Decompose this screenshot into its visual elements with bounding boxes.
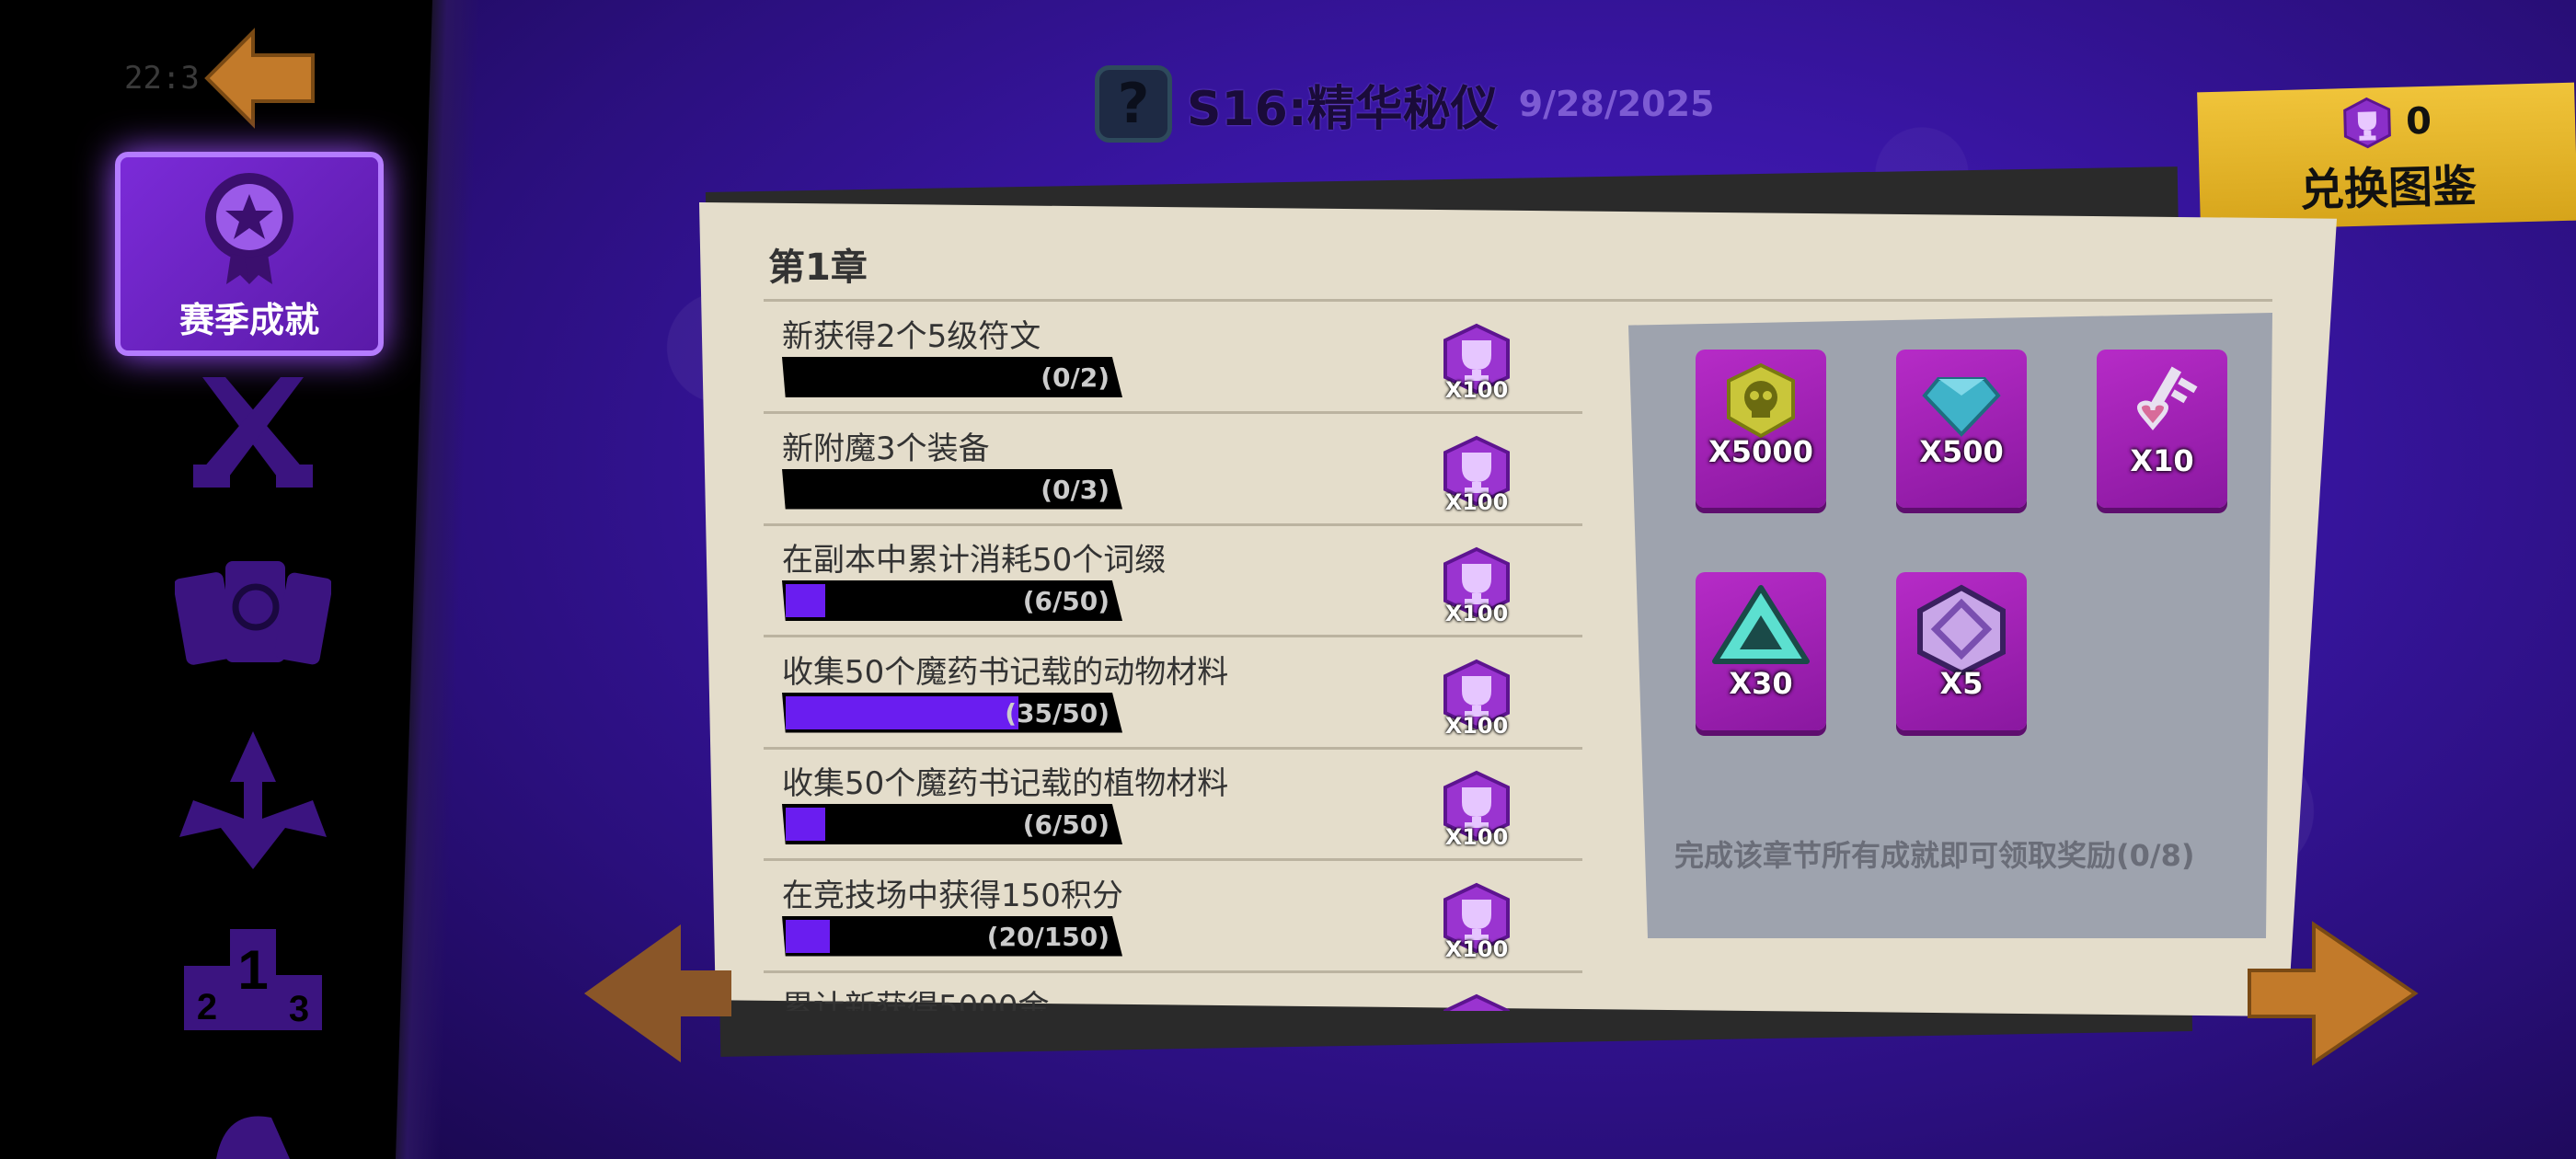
purple-rune-stone-icon: [1917, 584, 2006, 675]
achievement-title: 累计新获得5000金: [782, 989, 1050, 1011]
progress-bar: (6/50): [782, 580, 1122, 621]
progress-bar: (20/150): [782, 915, 1122, 957]
achievement-title: 在竞技场中获得150积分: [782, 877, 1123, 914]
help-glyph: ?: [1117, 72, 1150, 136]
exchange-count: 0: [2405, 99, 2432, 143]
achievement-reward[interactable]: X100: [1440, 658, 1513, 740]
divider: [764, 746, 1582, 750]
cards-icon: [175, 561, 331, 665]
next-chapter-arrow-icon[interactable]: [2245, 920, 2420, 1067]
tree-icon: [179, 731, 327, 869]
podium-icon: 1 2 3: [184, 929, 322, 1030]
divider: [764, 522, 1582, 526]
heart-key-icon: [2137, 366, 2198, 430]
sidebar-item-battle[interactable]: [115, 340, 391, 524]
exchange-catalog-button[interactable]: 0 兑换图鉴: [2197, 82, 2576, 231]
sidebar-item-season-achievements[interactable]: 赛季成就: [115, 152, 384, 356]
achievement-reward[interactable]: X100: [1440, 322, 1513, 405]
achievement-reward[interactable]: [1440, 993, 1513, 1011]
blue-gem-icon: [1922, 377, 2001, 437]
reward-qty: X5000: [1708, 434, 1813, 469]
podium-second: 2: [197, 987, 217, 1027]
help-icon[interactable]: ?: [1095, 65, 1172, 143]
podium-third: 3: [289, 989, 309, 1029]
progress-fill: [786, 919, 830, 953]
podium-first: 1: [237, 939, 268, 1001]
chapter-reward-rune[interactable]: X30: [1696, 572, 1826, 730]
progress-bar: (35/50): [782, 692, 1122, 733]
achievement-row[interactable]: 新附魔3个装备 (0/3) X100: [764, 416, 1582, 526]
achievement-reward[interactable]: X100: [1440, 434, 1513, 517]
chapter-title: 第1章: [768, 247, 868, 289]
chapter-reward-gem[interactable]: X500: [1896, 350, 2027, 508]
progress-text: (6/50): [1022, 586, 1110, 616]
exchange-count-row: 0: [2340, 96, 2432, 150]
rosette-star-icon: [205, 172, 293, 284]
achievement-row[interactable]: 收集50个魔药书记载的植物材料 (6/50) X100: [764, 751, 1582, 861]
achievement-row[interactable]: 收集50个魔药书记载的动物材料 (35/50) X100: [764, 639, 1582, 750]
progress-text: (0/3): [1041, 474, 1110, 505]
reward-count: X100: [1444, 824, 1509, 850]
season-date: 9/28/2025: [1518, 84, 1715, 124]
prev-chapter-arrow-icon[interactable]: [580, 920, 736, 1067]
progress-fill: [786, 808, 825, 841]
back-arrow-icon: [204, 28, 315, 129]
divider: [764, 635, 1582, 637]
reward-count: X100: [1444, 488, 1509, 515]
progress-fill: [786, 695, 1018, 729]
chapter-reward-gold[interactable]: X5000: [1696, 350, 1826, 508]
achievement-reward[interactable]: X100: [1440, 769, 1513, 852]
achievement-title: 在副本中累计消耗50个词缀: [782, 542, 1167, 579]
progress-text: (20/150): [986, 921, 1110, 952]
achievement-title: 新获得2个5级符文: [782, 318, 1041, 355]
sidebar-item-cards[interactable]: [115, 520, 391, 704]
reward-count: X100: [1444, 712, 1509, 739]
crossed-swords-icon: [193, 377, 313, 488]
partial-icon: [216, 1116, 290, 1159]
divider: [764, 858, 1582, 861]
progress-bar: (0/3): [782, 468, 1122, 510]
trophy-token-icon: [1443, 993, 1510, 1011]
chapter-reward-key[interactable]: X10: [2097, 350, 2227, 508]
progress-bar: (0/2): [782, 357, 1122, 397]
achievement-row[interactable]: 累计新获得5000金: [764, 974, 1582, 1011]
chapter-reward-stone[interactable]: X5: [1896, 572, 2027, 730]
divider: [764, 299, 2272, 302]
achievement-title: 收集50个魔药书记载的动物材料: [782, 653, 1229, 691]
achievement-row[interactable]: 在竞技场中获得150积分 (20/150) X100: [764, 863, 1582, 973]
achievement-row[interactable]: 新获得2个5级符文 (0/2) X100: [764, 304, 1582, 414]
achievement-row[interactable]: 在副本中累计消耗50个词缀 (6/50) X100: [764, 527, 1582, 637]
reward-count: X100: [1444, 935, 1509, 962]
progress-text: (6/50): [1022, 809, 1110, 840]
divider: [764, 411, 1582, 414]
reward-qty: X10: [2130, 443, 2194, 478]
reward-count: X100: [1444, 601, 1509, 626]
sidebar-item-talents[interactable]: [115, 708, 391, 892]
back-button[interactable]: [202, 28, 317, 129]
achievement-reward[interactable]: X100: [1440, 881, 1513, 964]
divider: [764, 970, 1582, 973]
season-header: ? S16:精华秘仪 9/28/2025: [1095, 63, 1714, 145]
progress-text: (0/2): [1041, 362, 1110, 393]
gold-skull-coin-icon: [1727, 362, 1795, 439]
achievement-title: 新附魔3个装备: [782, 430, 990, 467]
status-time: 22:3: [124, 60, 200, 97]
reward-qty: X5: [1939, 666, 1984, 701]
progress-fill: [786, 584, 825, 617]
achievement-title: 收集50个魔药书记载的植物材料: [782, 765, 1229, 802]
reward-qty: X30: [1729, 666, 1793, 701]
sidebar-item-more[interactable]: [115, 1081, 391, 1159]
reward-count: X100: [1444, 377, 1509, 403]
sidebar-item-label: 赛季成就: [178, 299, 319, 340]
achievement-reward[interactable]: X100: [1440, 545, 1513, 628]
reward-qty: X500: [1919, 434, 2004, 469]
progress-bar: (6/50): [782, 804, 1122, 844]
teal-triangle-rune-icon: [1712, 585, 1810, 664]
progress-text: (35/50): [1005, 697, 1110, 729]
sidebar-item-ranking[interactable]: 1 2 3: [115, 883, 391, 1067]
page-title: S16:精华秘仪: [1187, 81, 1499, 137]
trophy-token-icon: [2343, 97, 2391, 149]
chapter-complete-hint: 完成该章节所有成就即可领取奖励(0/8): [1674, 838, 2195, 873]
exchange-label: 兑换图鉴: [2299, 160, 2478, 217]
